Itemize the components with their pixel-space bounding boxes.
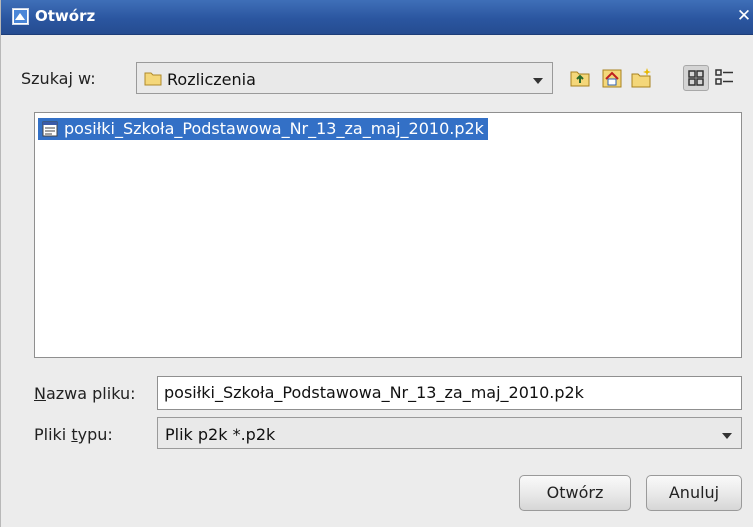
lookin-combo[interactable]: Rozliczenia — [136, 62, 553, 94]
filetype-label: Pliki typu: — [34, 425, 113, 444]
open-file-dialog: Otwórz ✕ Szukaj w: Rozliczenia posiłki_S… — [0, 0, 753, 527]
file-icon — [42, 121, 58, 137]
filename-label-text: azwa pliku: — [45, 384, 136, 403]
list-view-button[interactable] — [683, 65, 709, 91]
filename-label-mnemonic: N — [34, 384, 46, 403]
title-bar[interactable]: Otwórz ✕ — [1, 0, 753, 35]
filetype-value: Plik p2k *.p2k — [165, 425, 276, 444]
list-item[interactable]: posiłki_Szkoła_Podstawowa_Nr_13_za_maj_2… — [38, 118, 488, 140]
filename-input[interactable]: posiłki_Szkoła_Podstawowa_Nr_13_za_maj_2… — [157, 376, 742, 410]
file-list[interactable]: posiłki_Szkoła_Podstawowa_Nr_13_za_maj_2… — [34, 112, 742, 358]
file-name: posiłki_Szkoła_Podstawowa_Nr_13_za_maj_2… — [64, 119, 484, 138]
up-folder-icon — [570, 71, 590, 87]
details-view-icon — [715, 69, 733, 85]
home-icon — [602, 69, 622, 88]
filename-value: posiłki_Szkoła_Podstawowa_Nr_13_za_maj_2… — [164, 383, 584, 402]
lookin-value: Rozliczenia — [167, 70, 256, 89]
filename-label: Nazwa pliku: — [34, 384, 136, 403]
chevron-down-icon — [722, 433, 732, 439]
filetype-combo[interactable]: Plik p2k *.p2k — [157, 417, 742, 449]
app-icon — [12, 8, 29, 25]
chevron-down-icon — [533, 78, 543, 84]
home-button[interactable] — [599, 65, 625, 91]
close-icon[interactable]: ✕ — [735, 8, 753, 26]
cancel-button[interactable]: Anuluj — [646, 475, 742, 511]
new-folder-icon — [631, 68, 651, 88]
lookin-label: Szukaj w: — [21, 69, 96, 88]
window-title: Otwórz — [35, 7, 96, 25]
open-button[interactable]: Otwórz — [519, 475, 631, 511]
list-view-icon — [688, 70, 704, 86]
up-folder-button[interactable] — [567, 65, 593, 91]
details-view-button[interactable] — [712, 65, 738, 91]
filetype-label-post: ypu: — [77, 425, 113, 444]
folder-icon — [144, 72, 162, 86]
new-folder-button[interactable] — [629, 65, 655, 91]
filetype-label-pre: Pliki — [34, 425, 72, 444]
